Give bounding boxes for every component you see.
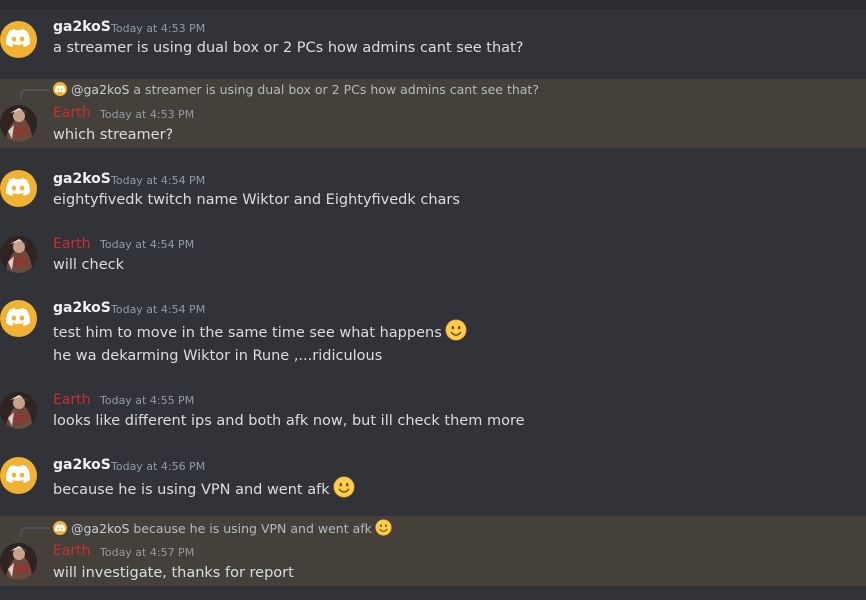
author-name[interactable]: Earth: [53, 391, 91, 409]
message-text: will check: [53, 257, 125, 273]
message-item-mention[interactable]: @ga2koS because he is using VPN and went…: [0, 516, 866, 586]
avatar[interactable]: [0, 543, 37, 580]
timestamp: Today at 4:55 PM: [100, 394, 195, 407]
timestamp: Today at 4:56 PM: [111, 460, 206, 473]
slightly-smiling-face-emoji: [375, 519, 392, 536]
author-name[interactable]: ga2koS: [53, 456, 111, 474]
message-item[interactable]: ga2koS Today at 4:56 PM because he is us…: [0, 447, 866, 507]
message-line: because he is using VPN and went afk: [53, 482, 330, 498]
earth-avatar-image: [0, 236, 37, 273]
reply-author[interactable]: @ga2koS: [71, 82, 129, 97]
author-name[interactable]: ga2koS: [53, 18, 111, 36]
message-item-mention[interactable]: @ga2koS a streamer is using dual box or …: [0, 79, 866, 148]
earth-avatar-image: [0, 105, 37, 142]
message-text: because he is using VPN and went afk: [53, 476, 355, 500]
message-text: a streamer is using dual box or 2 PCs ho…: [53, 40, 524, 56]
reply-text: a streamer is using dual box or 2 PCs ho…: [133, 82, 539, 97]
avatar[interactable]: [0, 457, 37, 494]
reply-avatar: [53, 521, 67, 535]
message-item[interactable]: ga2koS Today at 4:53 PM a streamer is us…: [0, 12, 866, 70]
author-name[interactable]: Earth: [53, 235, 91, 253]
timestamp: Today at 4:57 PM: [100, 546, 195, 559]
message-text: eightyfivedk twitch name Wiktor and Eigh…: [53, 192, 460, 208]
timestamp: Today at 4:53 PM: [100, 108, 195, 121]
earth-avatar-image: [0, 543, 37, 580]
discord-logo-icon: [55, 524, 65, 532]
message-text: test him to move in the same time see wh…: [53, 319, 467, 343]
reply-text: because he is using VPN and went afk: [133, 521, 372, 536]
timestamp: Today at 4:54 PM: [111, 303, 206, 316]
reply-author[interactable]: @ga2koS: [71, 521, 129, 536]
discord-logo-icon: [6, 29, 30, 47]
reply-preview[interactable]: @ga2koS because he is using VPN and went…: [53, 519, 392, 537]
author-name[interactable]: ga2koS: [53, 299, 111, 317]
avatar[interactable]: [0, 105, 37, 142]
avatar[interactable]: [0, 392, 37, 429]
message-text: he wa dekarming Wiktor in Rune ,...ridic…: [53, 348, 383, 364]
avatar[interactable]: [0, 170, 37, 207]
timestamp: Today at 4:54 PM: [100, 238, 195, 251]
message-item[interactable]: ga2koS Today at 4:54 PM eightyfivedk twi…: [0, 158, 866, 216]
message-text: which streamer?: [53, 127, 174, 143]
message-item[interactable]: Earth Today at 4:55 PM looks like differ…: [0, 382, 866, 440]
avatar[interactable]: [0, 21, 37, 58]
message-text: will investigate, thanks for report: [53, 565, 294, 581]
reply-connector: [20, 527, 50, 537]
message-item[interactable]: ga2koS Today at 4:54 PM test him to move…: [0, 290, 866, 376]
reply-connector: [20, 89, 50, 99]
discord-logo-icon: [6, 465, 30, 483]
discord-logo-icon: [55, 85, 65, 93]
reply-preview[interactable]: @ga2koS a streamer is using dual box or …: [53, 82, 539, 98]
slightly-smiling-face-emoji[interactable]: [333, 476, 355, 498]
author-name[interactable]: Earth: [53, 542, 91, 560]
timestamp: Today at 4:54 PM: [111, 174, 206, 187]
slightly-smiling-face-emoji[interactable]: [445, 319, 467, 341]
discord-logo-icon: [6, 308, 30, 326]
reply-avatar: [53, 82, 67, 96]
author-name[interactable]: ga2koS: [53, 170, 111, 188]
top-divider: [0, 0, 866, 9]
avatar[interactable]: [0, 236, 37, 273]
earth-avatar-image: [0, 392, 37, 429]
message-line: test him to move in the same time see wh…: [53, 325, 442, 341]
message-item[interactable]: Earth Today at 4:54 PM will check: [0, 226, 866, 284]
author-name[interactable]: Earth: [53, 104, 91, 122]
discord-logo-icon: [6, 178, 30, 196]
message-text: looks like different ips and both afk no…: [53, 413, 525, 429]
avatar[interactable]: [0, 300, 37, 337]
timestamp: Today at 4:53 PM: [111, 22, 206, 35]
